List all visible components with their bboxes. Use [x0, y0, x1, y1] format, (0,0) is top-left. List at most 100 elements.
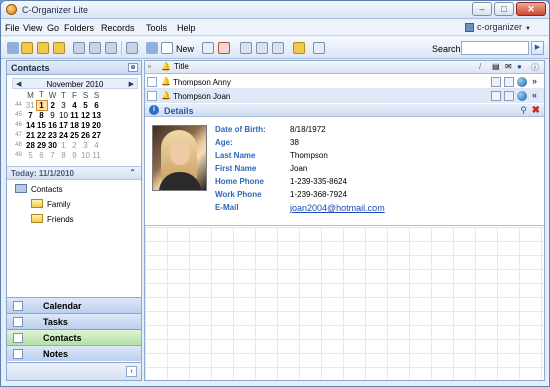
view-icon[interactable] — [126, 42, 138, 54]
reminder-column-icon[interactable]: 🔔 — [161, 62, 171, 71]
web-icon[interactable] — [517, 77, 527, 87]
calendar-day[interactable]: 26 — [80, 130, 91, 140]
folder-icon[interactable] — [293, 42, 305, 54]
web-icon[interactable] — [517, 91, 527, 101]
calendar-day[interactable]: 11 — [91, 150, 102, 160]
calendar-day[interactable]: 6 — [36, 150, 47, 160]
email-link[interactable]: joan2004@hotmail.com — [290, 203, 385, 213]
mail-icon[interactable] — [504, 91, 514, 101]
calendar-day[interactable]: 27 — [91, 130, 102, 140]
menu-records[interactable]: Records — [101, 23, 135, 33]
calendar-day[interactable]: 21 — [25, 130, 36, 140]
calendar-day[interactable]: 25 — [69, 130, 80, 140]
card-icon[interactable] — [491, 91, 501, 101]
calendar-day[interactable]: 7 — [25, 110, 36, 120]
menu-file[interactable]: File — [5, 23, 20, 33]
calendar-day[interactable]: 4 — [69, 100, 80, 110]
next-month-icon[interactable]: ▶ — [129, 80, 134, 88]
search-input[interactable] — [461, 41, 529, 55]
calendar-day[interactable]: 13 — [91, 110, 102, 120]
calendar-day[interactable]: 7 — [47, 150, 58, 160]
pin-icon[interactable]: ⊕ — [128, 63, 138, 72]
calendar-day[interactable]: 16 — [47, 120, 58, 130]
maximize-button[interactable]: □ — [494, 2, 514, 16]
calendar-day[interactable]: 23 — [47, 130, 58, 140]
calendar-day[interactable]: 31 — [25, 100, 36, 110]
delete-record-icon[interactable] — [218, 42, 230, 54]
menu-go[interactable]: Go — [47, 23, 59, 33]
pin-details-icon[interactable]: ⚲ — [520, 105, 527, 116]
calendar-day[interactable]: 8 — [58, 150, 69, 160]
card-column-icon[interactable]: ▤ — [492, 62, 500, 71]
row-checkbox[interactable] — [147, 91, 157, 101]
calendar-day[interactable]: 8 — [36, 110, 47, 120]
edit-icon[interactable] — [202, 42, 214, 54]
calendar-day[interactable]: 17 — [58, 120, 69, 130]
title-column-header[interactable]: Title — [174, 62, 189, 71]
mail-column-icon[interactable]: ✉ — [505, 62, 512, 71]
delete-folder-icon[interactable] — [53, 42, 65, 54]
tree-item-contacts[interactable]: Contacts — [7, 182, 141, 197]
menu-help[interactable]: Help — [177, 23, 196, 33]
organizer-select[interactable]: c-organizer ▼ — [477, 22, 531, 32]
today-bar[interactable]: Today: 11/1/2010 ⌃ — [7, 166, 141, 180]
menu-tools[interactable]: Tools — [146, 23, 167, 33]
calendar-day-today[interactable]: 1 — [35, 99, 48, 111]
calendar-day[interactable]: 30 — [47, 140, 58, 150]
configure-buttons-icon[interactable]: › — [126, 366, 137, 377]
checkbox-column-header[interactable]: ▫ — [148, 62, 151, 71]
collapse-icon[interactable]: « — [532, 90, 537, 100]
calendar-day[interactable]: 3 — [58, 100, 69, 110]
cut-icon[interactable] — [240, 42, 252, 54]
web-column-icon[interactable]: ● — [517, 62, 522, 71]
list-view-icon[interactable] — [313, 42, 325, 54]
tree-item-friends[interactable]: Friends — [7, 212, 141, 227]
calendar-day[interactable]: 2 — [47, 100, 58, 110]
calendar-day[interactable]: 1 — [58, 140, 69, 150]
calendar-day[interactable]: 22 — [36, 130, 47, 140]
minimize-button[interactable]: – — [472, 2, 492, 16]
calendar-day[interactable]: 4 — [91, 140, 102, 150]
search-go-button[interactable]: ▶ — [531, 41, 544, 55]
calendar-day[interactable]: 24 — [58, 130, 69, 140]
paste-icon[interactable] — [272, 42, 284, 54]
collapse-icon[interactable]: ⌃ — [129, 168, 136, 177]
calendar-month-title[interactable]: November 2010 — [13, 80, 137, 89]
tree-item-family[interactable]: Family — [7, 197, 141, 212]
calendar-day[interactable]: 5 — [80, 100, 91, 110]
copy-icon[interactable] — [256, 42, 268, 54]
calendar-day[interactable]: 9 — [69, 150, 80, 160]
menu-folders[interactable]: Folders — [64, 23, 94, 33]
new-folder-icon[interactable] — [37, 42, 49, 54]
calendar-day[interactable]: 3 — [80, 140, 91, 150]
new-record-icon[interactable] — [161, 42, 173, 54]
info-column-icon[interactable]: ⓘ — [531, 62, 539, 73]
find-icon[interactable] — [73, 42, 85, 54]
calendar-day[interactable]: 5 — [25, 150, 36, 160]
calendar-day[interactable]: 10 — [80, 150, 91, 160]
calendar-day[interactable]: 18 — [69, 120, 80, 130]
close-details-icon[interactable]: ✖ — [532, 105, 540, 116]
calendar-day[interactable]: 20 — [91, 120, 102, 130]
calendar-day[interactable]: 28 — [25, 140, 36, 150]
calendar-day[interactable]: 12 — [80, 110, 91, 120]
open-folder-icon[interactable] — [21, 42, 33, 54]
table-row-selected[interactable]: 🔔 Thompson Joan « — [145, 89, 544, 103]
mail-icon[interactable] — [504, 77, 514, 87]
table-row[interactable]: 🔔 Thompson Anny » — [145, 75, 544, 89]
nav-notes[interactable]: Notes — [7, 345, 141, 361]
close-button[interactable]: ✕ — [516, 2, 546, 16]
calendar-day[interactable]: 2 — [69, 140, 80, 150]
calendar-day[interactable]: 9 — [47, 110, 58, 120]
menu-view[interactable]: View — [23, 23, 42, 33]
new-button[interactable]: New — [176, 44, 194, 54]
calendar-day[interactable]: 29 — [36, 140, 47, 150]
calendar-day[interactable]: 15 — [36, 120, 47, 130]
calendar-day[interactable]: 19 — [80, 120, 91, 130]
calendar-day[interactable]: 14 — [25, 120, 36, 130]
calendar-day[interactable]: 11 — [69, 110, 80, 120]
nav-calendar[interactable]: Calendar — [7, 297, 141, 313]
print-preview-icon[interactable] — [105, 42, 117, 54]
calendar-day[interactable]: 6 — [91, 100, 102, 110]
print-icon[interactable] — [89, 42, 101, 54]
